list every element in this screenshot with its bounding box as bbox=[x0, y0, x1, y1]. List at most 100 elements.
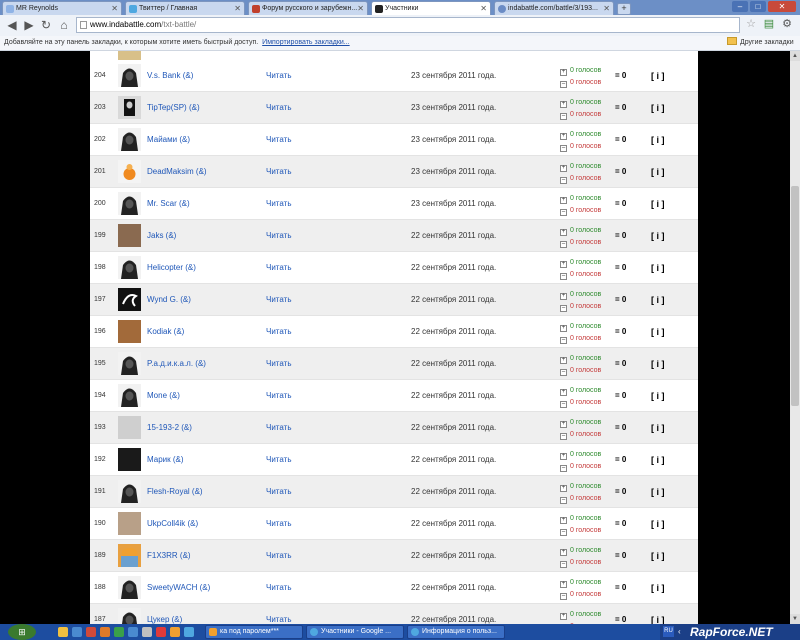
quicklaunch-icon[interactable] bbox=[156, 627, 166, 637]
vote-plus-icon[interactable]: + bbox=[560, 101, 567, 108]
tab-forum[interactable]: Форум русского и зарубежн... ✕ bbox=[248, 1, 368, 15]
read-link[interactable]: Читать bbox=[266, 60, 291, 92]
quicklaunch-icon[interactable] bbox=[128, 627, 138, 637]
vote-plus-icon[interactable]: + bbox=[560, 325, 567, 332]
participant-nick-link[interactable]: Mone (&) bbox=[147, 380, 180, 412]
avatar[interactable] bbox=[118, 192, 141, 215]
close-tab-icon[interactable]: ✕ bbox=[480, 2, 487, 15]
vote-minus-icon[interactable]: – bbox=[560, 145, 567, 152]
tab-twitter[interactable]: Твиттер / Главная ✕ bbox=[125, 1, 245, 15]
avatar[interactable] bbox=[118, 544, 141, 567]
scroll-down-icon[interactable]: ▼ bbox=[790, 614, 800, 624]
vote-minus-icon[interactable]: – bbox=[560, 305, 567, 312]
vote-minus-icon[interactable]: – bbox=[560, 81, 567, 88]
participant-nick-link[interactable]: Mr. Scar (&) bbox=[147, 188, 190, 220]
vote-plus-icon[interactable]: + bbox=[560, 357, 567, 364]
info-button[interactable]: [ i ] bbox=[651, 412, 665, 444]
close-tab-icon[interactable]: ✕ bbox=[234, 2, 241, 15]
avatar[interactable] bbox=[118, 96, 141, 119]
avatar[interactable] bbox=[118, 576, 141, 599]
read-link[interactable]: Читать bbox=[266, 380, 291, 412]
info-button[interactable]: [ i ] bbox=[651, 252, 665, 284]
participant-nick-link[interactable]: SweetyWACH (&) bbox=[147, 572, 210, 604]
vote-minus-icon[interactable]: – bbox=[560, 113, 567, 120]
read-link[interactable]: Читать bbox=[266, 348, 291, 380]
vote-plus-icon[interactable]: + bbox=[560, 613, 567, 620]
start-button[interactable]: ⊞ bbox=[8, 624, 36, 640]
participant-nick-link[interactable]: Helicopter (&) bbox=[147, 252, 196, 284]
info-button[interactable]: [ i ] bbox=[651, 220, 665, 252]
vote-minus-icon[interactable]: – bbox=[560, 209, 567, 216]
close-tab-icon[interactable]: ✕ bbox=[111, 2, 118, 15]
quicklaunch-icon[interactable] bbox=[142, 627, 152, 637]
avatar[interactable] bbox=[118, 288, 141, 311]
vote-minus-icon[interactable]: – bbox=[560, 561, 567, 568]
quicklaunch-icon[interactable] bbox=[170, 627, 180, 637]
vote-minus-icon[interactable]: – bbox=[560, 529, 567, 536]
info-button[interactable]: [ i ] bbox=[651, 476, 665, 508]
avatar[interactable] bbox=[118, 608, 141, 624]
taskbar-item-password[interactable]: ка под паролем*** bbox=[205, 625, 303, 639]
quicklaunch-icon[interactable] bbox=[86, 627, 96, 637]
avatar[interactable] bbox=[118, 64, 141, 87]
info-button[interactable]: [ i ] bbox=[651, 540, 665, 572]
close-tab-icon[interactable]: ✕ bbox=[357, 2, 364, 15]
avatar[interactable] bbox=[118, 128, 141, 151]
read-link[interactable]: Читать bbox=[266, 316, 291, 348]
vote-plus-icon[interactable]: + bbox=[560, 261, 567, 268]
participant-nick-link[interactable]: Jaks (&) bbox=[147, 220, 176, 252]
home-button[interactable]: ⌂ bbox=[56, 17, 72, 33]
read-link[interactable]: Читать bbox=[266, 124, 291, 156]
participant-nick-link[interactable]: Wynd G. (&) bbox=[147, 284, 191, 316]
participant-nick-link[interactable]: V.s. Bank (&) bbox=[147, 60, 193, 92]
vote-plus-icon[interactable]: + bbox=[560, 485, 567, 492]
info-button[interactable]: [ i ] bbox=[651, 92, 665, 124]
avatar[interactable] bbox=[118, 160, 141, 183]
participant-nick-link[interactable]: F1X3RR (&) bbox=[147, 540, 191, 572]
close-window-button[interactable]: ✕ bbox=[768, 1, 796, 12]
scrollbar-thumb[interactable] bbox=[791, 186, 799, 406]
info-button[interactable]: [ i ] bbox=[651, 348, 665, 380]
info-button[interactable]: [ i ] bbox=[651, 380, 665, 412]
vote-plus-icon[interactable]: + bbox=[560, 453, 567, 460]
vote-plus-icon[interactable]: + bbox=[560, 133, 567, 140]
vote-minus-icon[interactable]: – bbox=[560, 241, 567, 248]
tab-mr-reynolds[interactable]: MR Reynolds ✕ bbox=[2, 1, 122, 15]
avatar[interactable] bbox=[118, 320, 141, 343]
vote-minus-icon[interactable]: – bbox=[560, 401, 567, 408]
vote-minus-icon[interactable]: – bbox=[560, 369, 567, 376]
read-link[interactable]: Читать bbox=[266, 604, 291, 624]
info-button[interactable]: [ i ] bbox=[651, 572, 665, 604]
vote-plus-icon[interactable]: + bbox=[560, 421, 567, 428]
avatar[interactable] bbox=[118, 416, 141, 439]
info-button[interactable]: [ i ] bbox=[651, 124, 665, 156]
quicklaunch-icon[interactable] bbox=[72, 627, 82, 637]
quicklaunch-icon[interactable] bbox=[100, 627, 110, 637]
new-tab-button[interactable]: + bbox=[617, 3, 631, 15]
page-scrollbar[interactable]: ▲ ▼ bbox=[790, 51, 800, 624]
page-menu-icon[interactable]: ▤ bbox=[762, 17, 776, 31]
vote-plus-icon[interactable]: + bbox=[560, 549, 567, 556]
vote-minus-icon[interactable]: – bbox=[560, 497, 567, 504]
vote-plus-icon[interactable]: + bbox=[560, 517, 567, 524]
participant-nick-link[interactable]: DeadMaksim (&) bbox=[147, 156, 207, 188]
minimize-button[interactable]: – bbox=[732, 1, 748, 12]
quicklaunch-icon[interactable] bbox=[58, 627, 68, 637]
info-button[interactable]: [ i ] bbox=[651, 60, 665, 92]
vote-minus-icon[interactable]: – bbox=[560, 465, 567, 472]
avatar[interactable] bbox=[118, 512, 141, 535]
avatar[interactable] bbox=[118, 224, 141, 247]
participant-nick-link[interactable]: Цукер (&) bbox=[147, 604, 182, 624]
read-link[interactable]: Читать bbox=[266, 156, 291, 188]
participant-nick-link[interactable]: UkpColl4ik (&) bbox=[147, 508, 198, 540]
vote-minus-icon[interactable]: – bbox=[560, 593, 567, 600]
close-tab-icon[interactable]: ✕ bbox=[603, 2, 610, 15]
read-link[interactable]: Читать bbox=[266, 508, 291, 540]
star-bookmark-icon[interactable]: ☆ bbox=[744, 17, 758, 31]
avatar[interactable] bbox=[118, 384, 141, 407]
maximize-button[interactable]: □ bbox=[750, 1, 766, 12]
vote-plus-icon[interactable]: + bbox=[560, 165, 567, 172]
read-link[interactable]: Читать bbox=[266, 572, 291, 604]
avatar[interactable] bbox=[118, 352, 141, 375]
vote-plus-icon[interactable]: + bbox=[560, 581, 567, 588]
